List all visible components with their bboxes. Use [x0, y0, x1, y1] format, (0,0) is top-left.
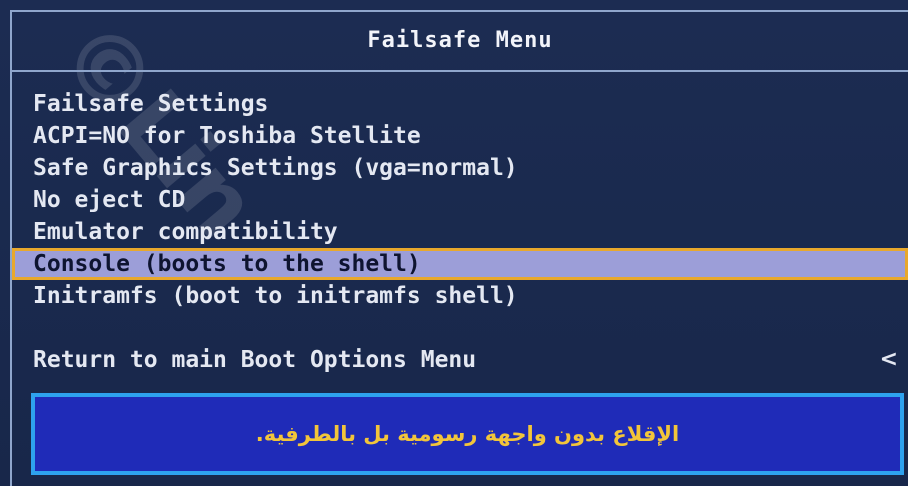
- menu-spacer: [12, 312, 908, 344]
- chevron-left-icon: <: [879, 347, 898, 372]
- menu-title: Failsafe Menu: [12, 12, 908, 72]
- boot-screen: ©Lin Failsafe Menu Failsafe Settings ACP…: [0, 0, 908, 486]
- help-box: الإقلاع بدون واجهة رسومية بل بالطرفية.: [31, 393, 904, 475]
- return-item-label: Return to main Boot Options Menu: [33, 347, 477, 373]
- menu-item-safe-graphics[interactable]: Safe Graphics Settings (vga=normal): [12, 152, 908, 184]
- menu-list: Failsafe Settings ACPI=NO for Toshiba St…: [12, 88, 908, 376]
- menu-item-initramfs[interactable]: Initramfs (boot to initramfs shell): [12, 280, 908, 312]
- menu-item-acpi-no[interactable]: ACPI=NO for Toshiba Stellite: [12, 120, 908, 152]
- menu-item-failsafe-settings[interactable]: Failsafe Settings: [12, 88, 908, 120]
- menu-item-emulator-compatibility[interactable]: Emulator compatibility: [12, 216, 908, 248]
- menu-item-console[interactable]: Console (boots to the shell): [12, 248, 908, 280]
- menu-item-return-main[interactable]: Return to main Boot Options Menu <: [12, 344, 908, 376]
- help-text: الإقلاع بدون واجهة رسومية بل بالطرفية.: [255, 422, 680, 446]
- menu-item-no-eject-cd[interactable]: No eject CD: [12, 184, 908, 216]
